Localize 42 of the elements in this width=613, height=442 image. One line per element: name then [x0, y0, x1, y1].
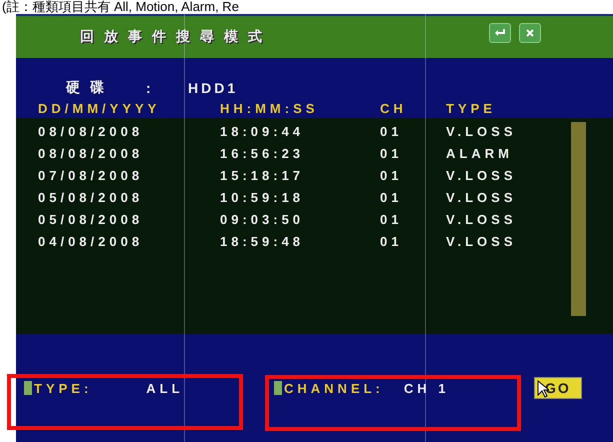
disk-label: 硬碟 — [64, 79, 115, 97]
table-cell-text: V.LOSS — [446, 212, 518, 226]
table-cell-text: V.LOSS — [446, 190, 518, 204]
table-cell-text: 01 — [380, 212, 404, 226]
column-header: HH:MM:SS — [220, 100, 320, 116]
column-header: TYPE — [446, 100, 497, 116]
enter-button[interactable] — [489, 23, 511, 43]
table-cell-text: V.LOSS — [446, 168, 518, 182]
filter-value[interactable]: ALL — [146, 380, 184, 396]
table-cell-text: 10:59:18 — [220, 190, 306, 204]
table-cell-text: 09:03:50 — [220, 212, 306, 226]
table-cell-text: 08/08/2008 — [38, 124, 144, 138]
filter-label: TYPE: — [34, 380, 92, 396]
caption-text: (註：種類項目共有 All, Motion, Alarm, Re — [1, 0, 240, 14]
table-cell-text: ALARM — [446, 146, 514, 160]
column-header: DD/MM/YYYY — [38, 100, 162, 116]
table-cell-text: 05/08/2008 — [38, 190, 144, 204]
table-cell-text: 01 — [380, 124, 404, 138]
table-cell-text: 05/08/2008 — [38, 212, 144, 226]
table-cell-text: 01 — [380, 190, 404, 204]
window-title: 回放事件搜尋模式 — [80, 28, 272, 46]
table-cell-text: V.LOSS — [446, 124, 518, 138]
disk-separator: : — [146, 80, 152, 96]
close-icon — [525, 28, 535, 38]
filter-value[interactable]: CH 1 — [404, 380, 450, 396]
table-cell-text: 18:59:48 — [220, 234, 306, 248]
table-cell-text: 04/08/2008 — [38, 234, 144, 248]
table-cell-text: 15:18:17 — [220, 168, 306, 182]
table-cell-text: 01 — [380, 146, 404, 160]
column-header: CH — [380, 100, 408, 116]
table-cell-text: 01 — [380, 234, 404, 248]
table-cell-text: 16:56:23 — [220, 146, 306, 160]
table-cell-text: 01 — [380, 168, 404, 182]
disk-value: HDD1 — [188, 80, 238, 96]
return-arrow-icon — [494, 28, 506, 38]
table-cell-text: V.LOSS — [446, 234, 518, 248]
table-cell-text: 18:09:44 — [220, 124, 306, 138]
close-button[interactable] — [519, 23, 541, 43]
scrollbar[interactable] — [571, 122, 586, 316]
table-cell-text: 07/08/2008 — [38, 168, 144, 182]
filter-label: CHANNEL: — [284, 380, 384, 396]
table-cell-text: 08/08/2008 — [38, 146, 144, 160]
